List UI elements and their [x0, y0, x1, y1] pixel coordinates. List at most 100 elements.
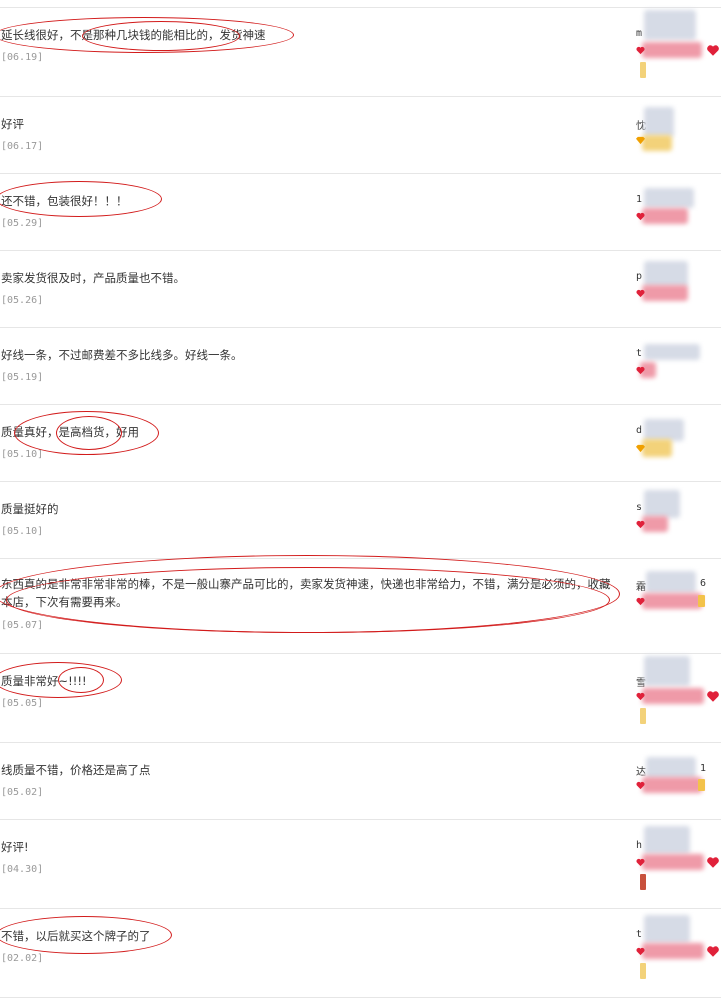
reviewer-name-suffix: 1: [700, 763, 707, 774]
review-date: [05.05]: [1, 698, 44, 709]
review-row: 延长线很好，不是那种几块钱的能相比的，发货神速 [06.19] m: [0, 8, 721, 97]
review-row: 质量非常好~!!!! [05.05] 雪: [0, 654, 721, 743]
reviewer-name[interactable]: d: [636, 425, 642, 436]
diamond-icon: [636, 136, 645, 145]
blurred-rating: [642, 688, 704, 704]
review-comment: 质量非常好~!!!!: [1, 674, 87, 688]
review-comment: 好评: [1, 117, 24, 131]
review-date: [05.19]: [1, 372, 44, 383]
review-comment: 好线一条，不过邮费差不多比线多。好线一条。: [1, 348, 243, 362]
review-comment: 质量真好，是高档货，好用: [1, 425, 139, 439]
blurred-username: [644, 419, 684, 441]
reviewer-info: 忱: [636, 97, 721, 173]
heart-icon: [706, 945, 720, 958]
level-badge: [640, 708, 646, 724]
blurred-rating: [642, 439, 672, 457]
review-comment: 东西真的是非常非常非常的棒，不是一般山寨产品可比的，卖家发货神速，快递也非常给力…: [1, 577, 611, 609]
blurred-rating: [642, 854, 704, 870]
blurred-rating: [642, 777, 702, 793]
blurred-username: [644, 656, 690, 686]
review-comment: 还不错，包装很好！！！: [1, 194, 128, 208]
review-row: 不错，以后就买这个牌子的了 [02.02] t: [0, 909, 721, 998]
reviewer-name[interactable]: s: [636, 502, 642, 513]
review-date: [06.17]: [1, 141, 44, 152]
reviewer-info: t: [636, 909, 721, 997]
review-row: 线质量不错，价格还是高了点 [05.02] 达 1: [0, 743, 721, 820]
review-row: 还不错，包装很好！！！ [05.29] 1: [0, 174, 721, 251]
level-badge: [640, 874, 646, 890]
reviewer-info: 霜 6: [636, 559, 721, 653]
blurred-rating: [642, 208, 688, 224]
reviewer-info: d: [636, 405, 721, 481]
review-comment: 延长线很好，不是那种几块钱的能相比的，发货神速: [1, 28, 266, 42]
blurred-username: [644, 188, 694, 208]
review-row: 好评! [04.30] h: [0, 820, 721, 909]
review-row: 质量真好，是高档货，好用 [05.10] d: [0, 405, 721, 482]
blurred-rating: [642, 42, 702, 58]
blurred-rating: [642, 285, 688, 301]
reviewer-info: s: [636, 482, 721, 558]
heart-icon: [636, 858, 645, 867]
review-comment: 线质量不错，价格还是高了点: [1, 763, 151, 777]
review-date: [06.19]: [1, 52, 44, 63]
heart-icon: [636, 692, 645, 701]
review-date: [04.30]: [1, 864, 44, 875]
blurred-rating: [642, 593, 702, 609]
level-badge: [640, 963, 646, 979]
review-row: 东西真的是非常非常非常的棒，不是一般山寨产品可比的，卖家发货神速，快递也非常给力…: [0, 555, 721, 654]
review-row: 好评 [06.17] 忱: [0, 97, 721, 174]
reviewer-name[interactable]: p: [636, 271, 642, 282]
reviewer-name[interactable]: m: [636, 28, 642, 39]
reviewer-name[interactable]: 霜: [636, 578, 646, 593]
blurred-username: [644, 826, 690, 854]
review-comment: 好评!: [1, 840, 29, 854]
blurred-username: [644, 490, 680, 518]
diamond-icon: [636, 444, 645, 453]
review-comment: 质量挺好的: [1, 502, 59, 516]
blurred-username: [644, 344, 700, 360]
level-badge: [698, 779, 705, 791]
heart-icon: [636, 366, 645, 375]
reviewer-info: t: [636, 328, 721, 404]
review-date: [05.10]: [1, 449, 44, 460]
blurred-username: [646, 757, 696, 779]
review-row: 卖家发货很及时，产品质量也不错。 [05.26] p: [0, 251, 721, 328]
heart-icon: [706, 44, 720, 57]
heart-icon: [706, 856, 720, 869]
reviewer-info: m: [636, 8, 721, 96]
review-list: 延长线很好，不是那种几块钱的能相比的，发货神速 [06.19] m 好评 [06…: [0, 0, 721, 1002]
heart-icon: [706, 690, 720, 703]
reviewer-info: p: [636, 251, 721, 327]
blurred-username: [644, 10, 696, 40]
review-comment: 不错，以后就买这个牌子的了: [1, 929, 151, 943]
reviewer-name[interactable]: 1: [636, 194, 642, 205]
blurred-username: [644, 107, 674, 137]
level-badge: [698, 595, 705, 607]
blurred-username: [644, 915, 690, 943]
reviewer-name[interactable]: t: [636, 929, 642, 940]
review-date: [02.02]: [1, 953, 44, 964]
heart-icon: [636, 520, 645, 529]
review-date: [05.26]: [1, 295, 44, 306]
review-date: [05.02]: [1, 787, 44, 798]
reviewer-name[interactable]: 达: [636, 763, 646, 778]
review-row: 质量挺好的 [05.10] s: [0, 482, 721, 559]
heart-icon: [636, 289, 645, 298]
blurred-username: [644, 261, 688, 287]
heart-icon: [636, 781, 645, 790]
reviewer-info: 达 1: [636, 743, 721, 819]
review-date: [05.07]: [1, 620, 44, 631]
reviewer-info: 雪: [636, 654, 721, 742]
blurred-username: [646, 571, 696, 593]
level-badge: [640, 62, 646, 78]
blurred-rating: [642, 943, 704, 959]
reviewer-name-suffix: 6: [700, 578, 707, 589]
blurred-rating: [642, 516, 668, 532]
heart-icon: [636, 947, 645, 956]
blurred-rating: [642, 135, 672, 151]
reviewer-info: 1: [636, 174, 721, 250]
reviewer-name[interactable]: h: [636, 840, 642, 851]
reviewer-name[interactable]: t: [636, 348, 642, 359]
review-comment: 卖家发货很及时，产品质量也不错。: [1, 271, 185, 285]
reviewer-info: h: [636, 820, 721, 908]
